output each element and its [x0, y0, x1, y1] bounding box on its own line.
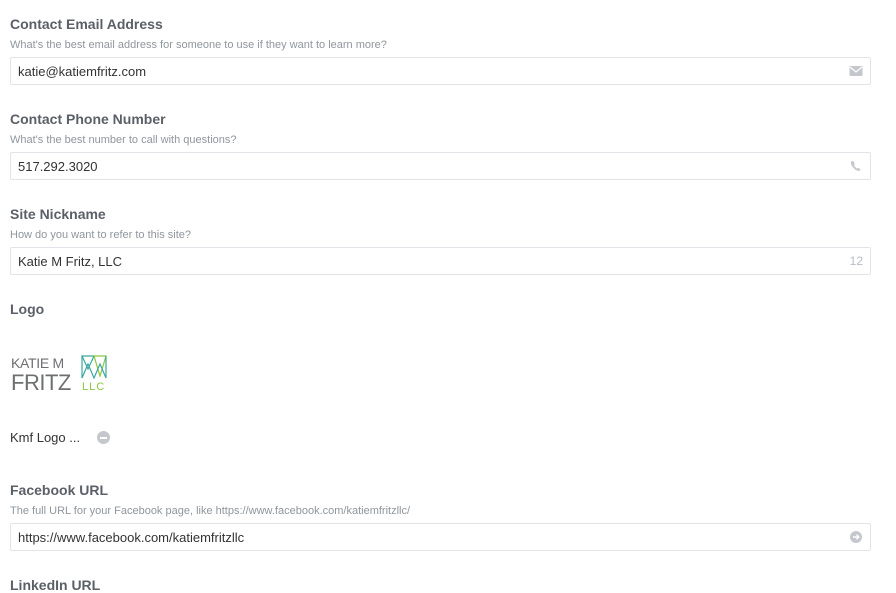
contact-phone-help: What's the best number to call with ques…	[10, 134, 237, 146]
contact-email-help: What's the best email address for someon…	[10, 39, 387, 51]
contact-phone-field[interactable]	[10, 152, 871, 180]
envelope-icon	[849, 66, 863, 76]
facebook-url-input[interactable]	[18, 524, 818, 550]
site-nickname-field[interactable]: 12	[10, 247, 871, 275]
site-nickname-help: How do you want to refer to this site?	[10, 229, 191, 241]
character-counter: 12	[849, 254, 863, 268]
facebook-url-field[interactable]	[10, 523, 871, 551]
arrow-circle-right-icon[interactable]	[849, 530, 863, 544]
contact-email-input[interactable]	[18, 58, 818, 84]
contact-email-label: Contact Email Address	[10, 16, 163, 32]
logo-filename: Kmf Logo ...	[10, 430, 81, 445]
facebook-url-help: The full URL for your Facebook page, lik…	[10, 505, 411, 517]
logo-label: Logo	[10, 301, 45, 317]
facebook-url-label: Facebook URL	[10, 482, 109, 498]
phone-icon	[850, 161, 861, 171]
contact-email-field[interactable]	[10, 57, 871, 85]
logo-text-line2: FRITZ	[11, 370, 71, 394]
contact-phone-label: Contact Phone Number	[10, 111, 166, 127]
logo-image: KATIE M FRITZ LLC	[11, 355, 107, 394]
site-nickname-label: Site Nickname	[10, 206, 106, 222]
linkedin-url-label: LinkedIn URL	[10, 577, 101, 593]
minus-circle-icon[interactable]	[97, 431, 110, 444]
contact-phone-input[interactable]	[18, 153, 818, 179]
logo-text-suffix: LLC	[82, 381, 105, 393]
logo-text-line1: KATIE M	[11, 355, 64, 371]
site-nickname-input[interactable]	[18, 248, 818, 274]
